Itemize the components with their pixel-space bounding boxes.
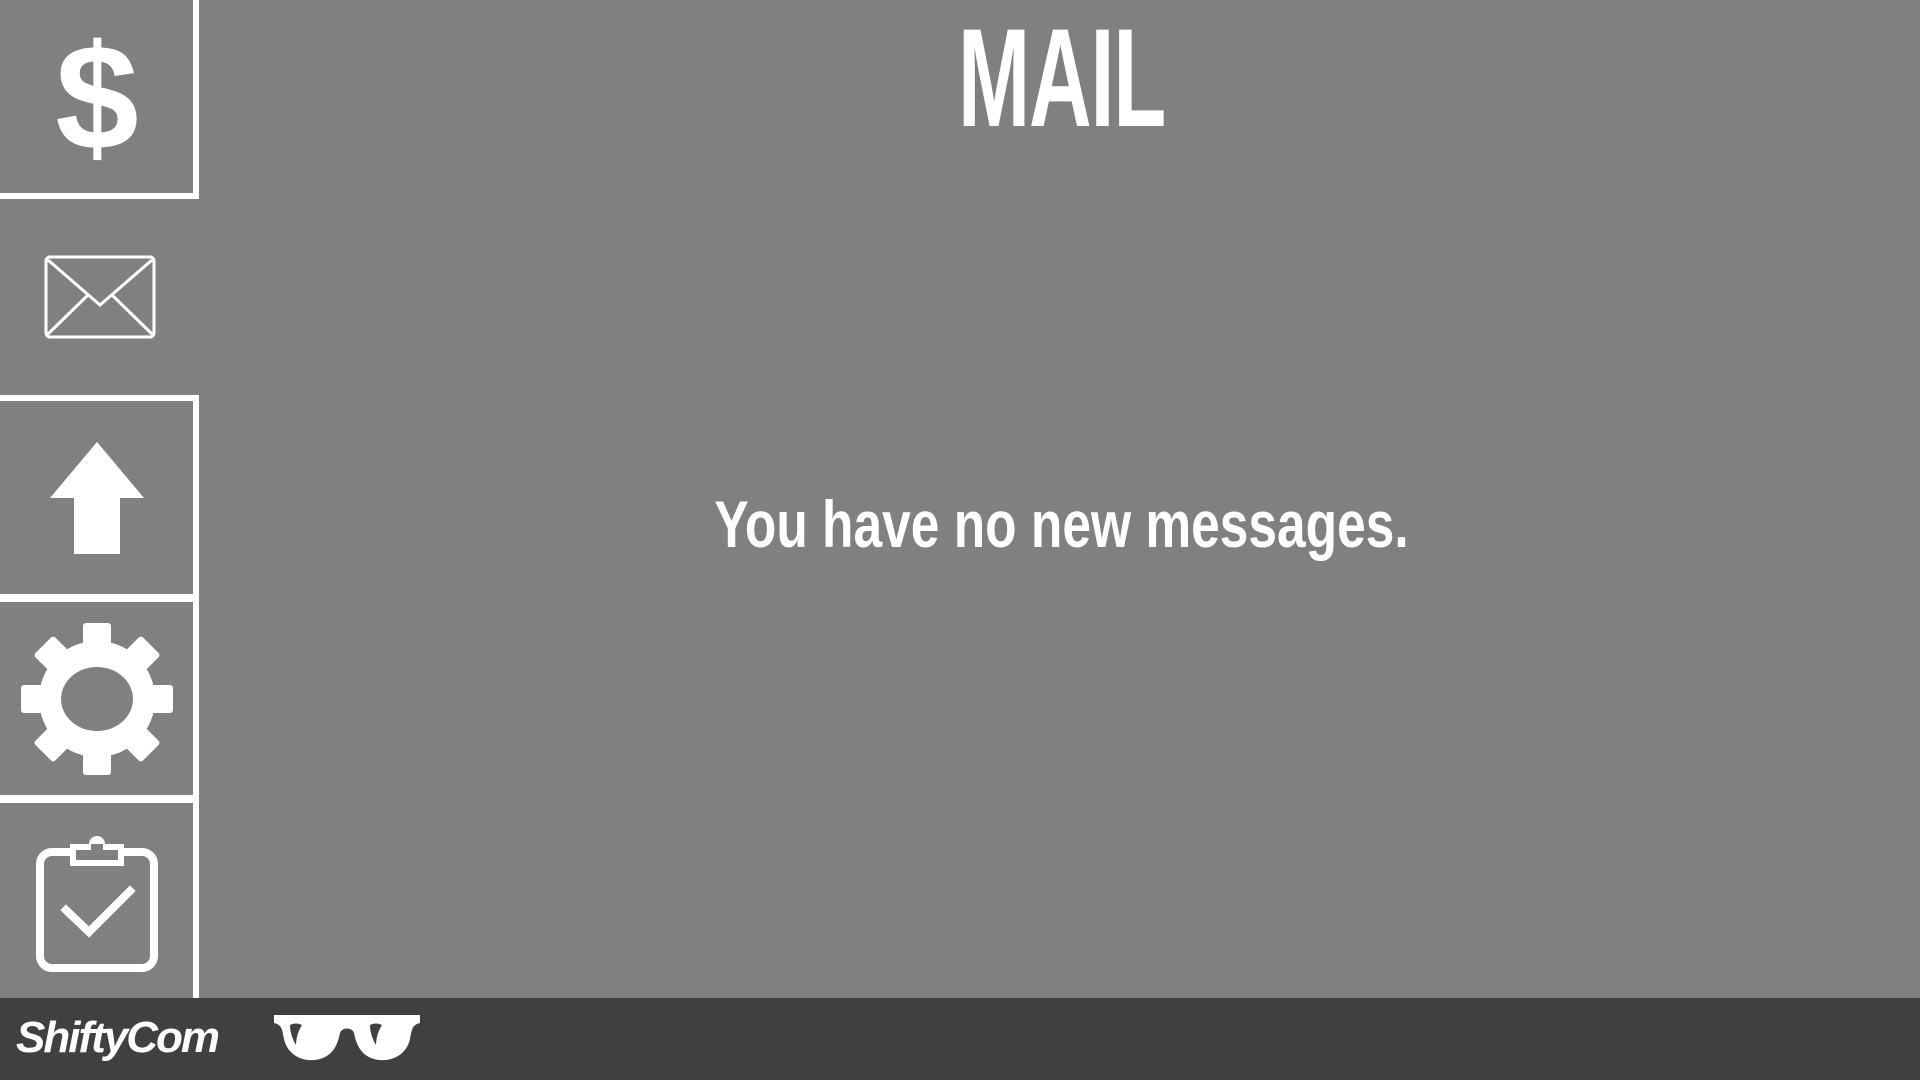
sidebar-item-mail[interactable] — [0, 200, 199, 393]
sidebar-item-upgrade[interactable] — [0, 395, 199, 600]
page-title: MAIL — [957, 0, 1166, 156]
sidebar-item-tasks[interactable] — [0, 797, 199, 1004]
empty-inbox-message: You have no new messages. — [714, 487, 1409, 561]
app-window: $ MAIL You have no new messages. ShiftyC… — [0, 0, 1920, 1080]
clipboard-check-icon — [35, 835, 158, 972]
arrow-up-icon — [49, 441, 144, 554]
gear-icon — [16, 622, 178, 775]
svg-text:$: $ — [57, 27, 137, 167]
envelope-icon — [44, 255, 156, 339]
dollar-icon: $ — [57, 27, 137, 167]
sidebar-item-money[interactable]: $ — [0, 0, 199, 199]
sunglasses-icon — [272, 1011, 422, 1069]
sidebar: $ — [0, 0, 203, 1004]
bottom-bar: ShiftyCom — [0, 998, 1920, 1080]
brand-name: ShiftyCom — [16, 1013, 220, 1062]
sidebar-item-settings[interactable] — [0, 596, 199, 801]
